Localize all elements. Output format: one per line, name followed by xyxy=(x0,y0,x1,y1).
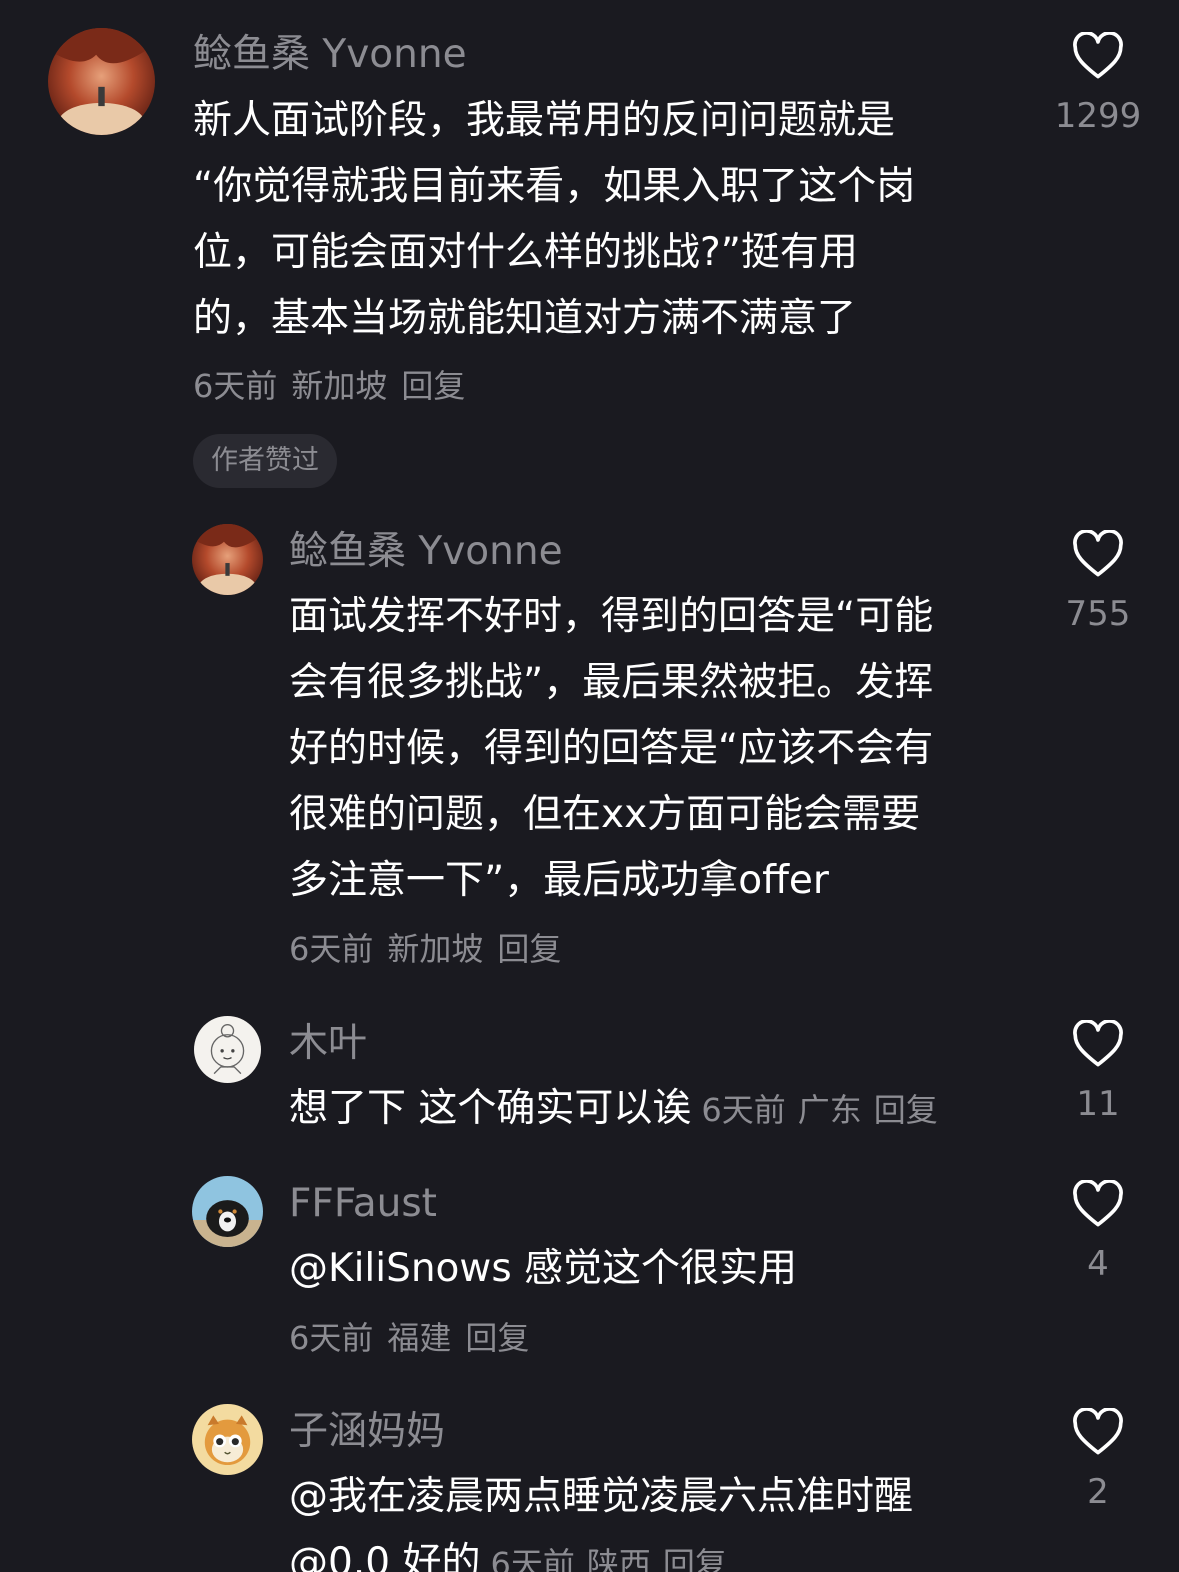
like-button[interactable]: 11 xyxy=(1038,1020,1158,1124)
comment-line: “你觉得就我目前来看，如果入职了这个岗 xyxy=(193,164,916,209)
comment-body: 想了下 这个确实可以诶 xyxy=(289,1086,692,1131)
comment-line: 很难的问题，但在xx方面可能会需要 xyxy=(289,792,921,837)
heart-outline-icon xyxy=(1073,1408,1123,1455)
comment-meta: 6天前 陕西 回复 xyxy=(490,1545,726,1572)
comment-text: 面试发挥不好时，得到的回答是“可能 会有很多挑战”，最后果然被拒。发挥 好的时候… xyxy=(289,584,1019,914)
like-count: 11 xyxy=(1076,1084,1120,1124)
like-count: 2 xyxy=(1087,1472,1109,1512)
comment-text: @我在凌晨两点睡觉凌晨六点准时醒 @0.0 好的 6天前 陕西 回复 xyxy=(289,1464,1029,1572)
avatar[interactable] xyxy=(192,1176,263,1247)
username[interactable]: 子涵妈妈 xyxy=(289,1409,445,1455)
username[interactable]: 鲶鱼桑 Yvonne xyxy=(193,32,467,78)
comment-text: 新人面试阶段，我最常用的反问问题就是 “你觉得就我目前来看，如果入职了这个岗 位… xyxy=(193,88,1013,352)
like-button[interactable]: 4 xyxy=(1038,1180,1158,1284)
timestamp: 6天前 xyxy=(193,367,278,405)
location: 陕西 xyxy=(586,1545,651,1572)
like-button[interactable]: 1299 xyxy=(1038,32,1158,136)
comment-body: 感觉这个很实用 xyxy=(524,1246,798,1291)
comment-meta: 6天前 新加坡 回复 xyxy=(289,929,561,969)
comment-meta: 6天前 广东 回复 xyxy=(701,1091,937,1129)
timestamp: 6天前 xyxy=(289,930,374,968)
location: 新加坡 xyxy=(387,930,484,968)
mention-link[interactable]: @0.0 xyxy=(289,1540,390,1572)
comment-item: 鲶鱼桑 Yvonne 新人面试阶段，我最常用的反问问题就是 “你觉得就我目前来看… xyxy=(0,0,1179,500)
reply-button[interactable]: 回复 xyxy=(465,1319,529,1357)
author-liked-badge: 作者赞过 xyxy=(193,434,337,488)
comment-line: 的，基本当场就能知道对方满不满意了 xyxy=(193,296,857,341)
username[interactable]: FFFaust xyxy=(289,1181,437,1227)
heart-outline-icon xyxy=(1073,32,1123,79)
comment-line: 好的时候，得到的回答是“应该不会有 xyxy=(289,726,934,771)
location: 福建 xyxy=(387,1319,452,1357)
like-count: 755 xyxy=(1065,594,1131,634)
reply-button[interactable]: 回复 xyxy=(663,1545,727,1572)
reply-button[interactable]: 回复 xyxy=(497,930,561,968)
avatar[interactable] xyxy=(192,524,263,595)
mention-link[interactable]: @我在凌晨两点睡觉凌晨六点准时醒 xyxy=(289,1464,1029,1530)
username[interactable]: 木叶 xyxy=(289,1021,367,1067)
comment-line: 面试发挥不好时，得到的回答是“可能 xyxy=(289,594,934,639)
comment-meta: 6天前 福建 回复 xyxy=(289,1318,529,1358)
reply-button[interactable]: 回复 xyxy=(401,367,465,405)
comment-meta: 6天前 新加坡 回复 xyxy=(193,366,465,406)
like-count: 4 xyxy=(1087,1244,1109,1284)
heart-outline-icon xyxy=(1073,1020,1123,1067)
location: 新加坡 xyxy=(291,367,388,405)
reply-item: 木叶 想了下 这个确实可以诶 6天前 广东 回复 11 xyxy=(0,1000,1179,1160)
like-button[interactable]: 2 xyxy=(1038,1408,1158,1512)
timestamp: 6天前 xyxy=(701,1091,786,1129)
comment-line: 位，可能会面对什么样的挑战?”挺有用 xyxy=(193,230,858,275)
avatar[interactable] xyxy=(194,1016,261,1083)
comment-body: 好的 xyxy=(402,1540,481,1572)
avatar[interactable] xyxy=(48,28,155,135)
like-button[interactable]: 755 xyxy=(1038,530,1158,634)
comment-text: 想了下 这个确实可以诶 6天前 广东 回复 xyxy=(289,1076,1049,1143)
like-count: 1299 xyxy=(1054,96,1142,136)
comment-line: @0.0 好的 6天前 陕西 回复 xyxy=(289,1530,1029,1572)
mention-link[interactable]: @KiliSnows xyxy=(289,1246,512,1291)
heart-outline-icon xyxy=(1073,530,1123,577)
location: 广东 xyxy=(797,1091,862,1129)
avatar[interactable] xyxy=(192,1404,263,1475)
comment-line: 会有很多挑战”，最后果然被拒。发挥 xyxy=(289,660,934,705)
reply-item: 子涵妈妈 @我在凌晨两点睡觉凌晨六点准时醒 @0.0 好的 6天前 陕西 回复 2 xyxy=(0,1390,1179,1572)
comment-text: @KiliSnows 感觉这个很实用 xyxy=(289,1236,1029,1302)
username[interactable]: 鲶鱼桑 Yvonne xyxy=(289,529,563,575)
comment-line: 多注意一下”，最后成功拿offer xyxy=(289,858,829,903)
timestamp: 6天前 xyxy=(289,1319,374,1357)
heart-outline-icon xyxy=(1073,1180,1123,1227)
reply-item: 鲶鱼桑 Yvonne 面试发挥不好时，得到的回答是“可能 会有很多挑战”，最后果… xyxy=(0,500,1179,1000)
reply-button[interactable]: 回复 xyxy=(874,1091,938,1129)
comment-line: 新人面试阶段，我最常用的反问问题就是 xyxy=(193,98,896,143)
timestamp: 6天前 xyxy=(490,1545,575,1572)
reply-item: FFFaust @KiliSnows 感觉这个很实用 6天前 福建 回复 4 xyxy=(0,1160,1179,1390)
